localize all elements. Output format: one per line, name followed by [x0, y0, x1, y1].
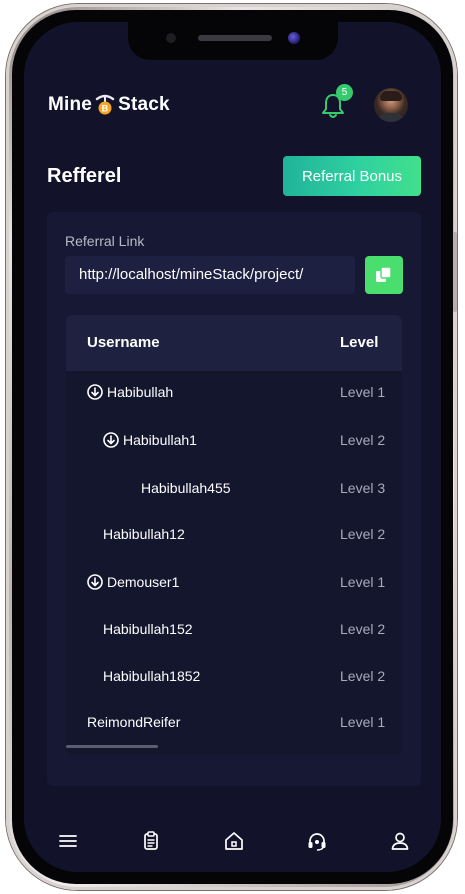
username-text: ReimondReifer [87, 714, 181, 730]
app-screen: Mine B Stack 5 Refferel Referral Bonus R… [24, 22, 441, 872]
copy-link-button[interactable] [365, 256, 403, 294]
notification-count-badge: 5 [336, 84, 353, 101]
logo-text-right: Stack [118, 94, 170, 115]
phone-side-button [453, 232, 457, 312]
level-cell: Level 2 [340, 526, 386, 542]
app-logo[interactable]: Mine B Stack [48, 94, 170, 116]
front-camera-icon [288, 32, 300, 44]
username-text: Demouser1 [107, 574, 180, 590]
username-cell: Habibullah1852 [103, 668, 200, 684]
sensor-icon [166, 33, 176, 43]
username-text: Habibullah152 [103, 621, 193, 637]
level-cell: Level 2 [340, 621, 386, 637]
username-text: Habibullah12 [103, 526, 185, 542]
table-row[interactable]: Habibullah455 Level 3 [66, 467, 402, 513]
username-column-header: Username [87, 334, 160, 351]
speaker-grille [198, 35, 272, 41]
level-cell: Level 1 [340, 384, 386, 400]
svg-text:B: B [102, 104, 109, 114]
username-text: Habibullah455 [141, 480, 231, 496]
username-text: Habibullah [107, 384, 174, 400]
bitcoin-pickaxe-icon: B [94, 94, 116, 116]
user-icon[interactable] [388, 829, 412, 853]
expand-down-icon[interactable] [87, 384, 103, 400]
clipboard-icon[interactable] [139, 829, 163, 853]
expand-down-icon[interactable] [103, 432, 119, 448]
level-cell: Level 2 [340, 432, 386, 448]
level-cell: Level 2 [340, 668, 386, 684]
table-row[interactable]: Habibullah Level 1 [66, 371, 402, 417]
page-title: Refferel [47, 165, 122, 187]
username-cell: ReimondReifer [87, 714, 180, 730]
username-cell: Habibullah455 [141, 480, 231, 496]
menu-icon[interactable] [56, 829, 80, 853]
referral-link-label: Referral Link [65, 233, 145, 249]
referral-bonus-button[interactable]: Referral Bonus [283, 156, 421, 196]
table-row[interactable]: Habibullah1 Level 2 [66, 419, 402, 465]
avatar-shirt [376, 113, 406, 122]
username-cell: Habibullah12 [103, 526, 185, 542]
user-avatar[interactable] [374, 88, 408, 122]
expand-down-icon[interactable] [87, 574, 103, 590]
referral-card: Referral Link http://localhost/mineStack… [47, 212, 421, 786]
phone-notch [128, 22, 338, 60]
level-cell: Level 3 [340, 480, 386, 496]
table-row[interactable]: Habibullah1852 Level 2 [66, 655, 402, 701]
username-cell: Habibullah1 [103, 432, 197, 448]
avatar-hair [380, 91, 402, 101]
copy-icon [376, 266, 392, 282]
referral-link-field[interactable]: http://localhost/mineStack/project/ [65, 256, 355, 294]
username-cell: Habibullah152 [103, 621, 193, 637]
username-cell: Demouser1 [87, 574, 179, 590]
horizontal-scrollbar[interactable] [66, 745, 158, 748]
level-column-header: Level [340, 334, 379, 351]
table-row[interactable]: Habibullah12 Level 2 [66, 513, 402, 559]
app-header: Mine B Stack 5 [24, 84, 441, 124]
table-row[interactable]: Habibullah152 Level 2 [66, 608, 402, 654]
level-cell: Level 1 [340, 714, 386, 730]
table-header: Username Level [66, 315, 402, 371]
home-icon[interactable] [222, 829, 246, 853]
logo-text-left: Mine [48, 94, 93, 115]
bottom-nav [24, 812, 441, 872]
support-headset-icon[interactable] [305, 829, 329, 853]
referral-table: Username Level Habibullah Level 1 Habibu… [66, 315, 402, 755]
username-text: Habibullah1852 [103, 668, 201, 684]
table-row[interactable]: ReimondReifer Level 1 [66, 701, 402, 747]
level-cell: Level 1 [340, 574, 386, 590]
username-text: Habibullah1 [123, 432, 197, 448]
table-row[interactable]: Demouser1 Level 1 [66, 561, 402, 607]
username-cell: Habibullah [87, 384, 173, 400]
